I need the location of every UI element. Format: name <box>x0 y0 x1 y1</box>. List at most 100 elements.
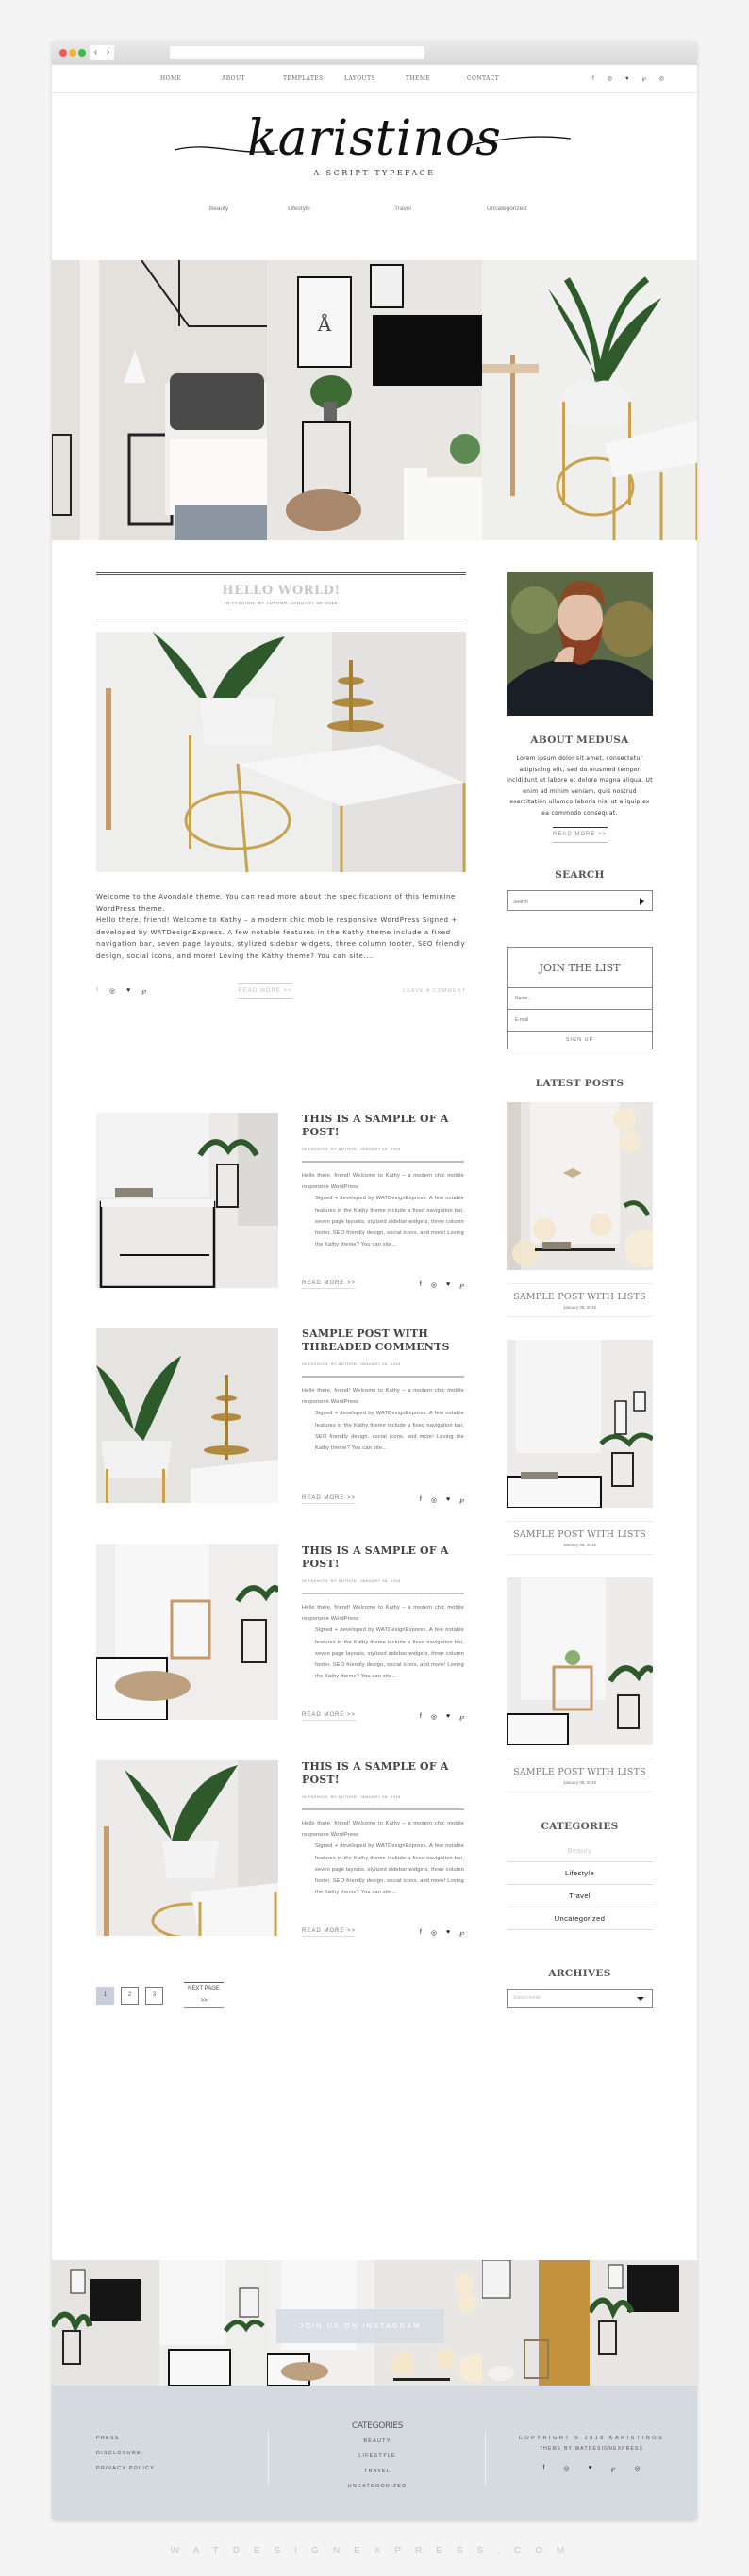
post-thumbnail[interactable] <box>96 1328 278 1503</box>
page-1-button[interactable]: 1 <box>96 1986 114 2005</box>
featured-post-title[interactable]: HELLO WORLD! <box>96 584 466 598</box>
pinterest-icon[interactable]: ℘ <box>459 1281 464 1289</box>
nav-about[interactable]: ABOUT <box>222 65 283 93</box>
twitter-icon[interactable]: ♥ <box>446 1713 450 1721</box>
page-2-button[interactable]: 2 <box>121 1986 139 2005</box>
footer-link-press[interactable]: PRESS <box>96 2436 155 2441</box>
category-link-lifestyle[interactable]: Lifestyle <box>247 206 351 212</box>
sign-up-button[interactable]: SIGN UP <box>508 1032 652 1049</box>
nav-templates[interactable]: TEMPLATES <box>283 65 344 93</box>
category-item-travel[interactable]: Travel <box>507 1885 653 1907</box>
post-title[interactable]: THIS IS A SAMPLE OF A POST! <box>302 1544 464 1571</box>
category-item-beauty[interactable]: Beauty <box>507 1840 653 1862</box>
latest-post-title[interactable]: SAMPLE POST WITH LISTS <box>507 1529 653 1540</box>
instagram-icon[interactable]: ◎ <box>431 1929 437 1937</box>
search-submit-icon[interactable] <box>640 898 644 905</box>
nav-theme[interactable]: THEME <box>406 65 467 93</box>
instagram-icon[interactable]: ◎ <box>109 987 115 995</box>
footer-link-disclosure[interactable]: DISCLOSURE <box>96 2451 155 2456</box>
search-input[interactable] <box>508 893 621 912</box>
instagram-icon[interactable]: ◎ <box>659 65 664 93</box>
hero-image-bedroom[interactable] <box>52 260 267 540</box>
footer-category-travel[interactable]: TRAVEL <box>269 2469 486 2474</box>
read-more-link[interactable]: READ MORE >> <box>302 1928 357 1937</box>
instagram-icon[interactable]: ◎ <box>431 1496 437 1504</box>
nav-home[interactable]: HOME <box>160 65 222 93</box>
latest-post-image[interactable] <box>507 1340 653 1508</box>
latest-post-title[interactable]: SAMPLE POST WITH LISTS <box>507 1292 653 1302</box>
instagram-image[interactable] <box>52 2260 159 2386</box>
pinterest-icon[interactable]: ℘ <box>611 2465 616 2472</box>
post-thumbnail[interactable] <box>96 1760 278 1936</box>
maximize-window-button[interactable] <box>78 49 86 57</box>
read-more-button[interactable]: READ MORE >> <box>238 983 292 999</box>
pinterest-icon[interactable]: ℘ <box>459 1929 464 1937</box>
post-title[interactable]: THIS IS A SAMPLE OF A POST! <box>302 1113 464 1139</box>
twitter-icon[interactable]: ♥ <box>446 1496 450 1504</box>
author-photo[interactable] <box>507 572 653 716</box>
footer-category-lifestyle[interactable]: LIFESTYLE <box>269 2453 486 2459</box>
featured-post-image[interactable] <box>96 632 466 872</box>
email-field[interactable] <box>508 1010 652 1032</box>
twitter-icon[interactable]: ♥ <box>625 65 629 93</box>
twitter-icon[interactable]: ♥ <box>126 987 130 995</box>
instagram-icon[interactable]: ◎ <box>431 1281 437 1289</box>
read-more-link[interactable]: READ MORE >> <box>302 1495 357 1504</box>
pinterest-icon[interactable]: ℘ <box>141 987 146 995</box>
facebook-icon[interactable]: f <box>592 65 594 93</box>
theme-credit[interactable]: THEME BY WATDESIGNEXPRESS <box>486 2446 697 2452</box>
name-field[interactable] <box>508 988 652 1010</box>
latest-post-item[interactable]: SAMPLE POST WITH LISTS January 08, 2018 <box>507 1340 653 1555</box>
nav-contact[interactable]: CONTACT <box>467 65 528 93</box>
address-bar[interactable] <box>170 46 424 59</box>
post-thumbnail[interactable] <box>96 1113 278 1288</box>
category-link-uncategorized[interactable]: Uncategorized <box>455 206 558 212</box>
hero-image-living-wall[interactable]: Å <box>267 260 482 540</box>
back-icon[interactable]: ‹ <box>94 45 97 60</box>
page-3-button[interactable]: 3 <box>145 1986 163 2005</box>
leave-comment-link[interactable]: LEAVE A COMMENT <box>403 988 466 994</box>
facebook-icon[interactable]: f <box>420 1929 422 1937</box>
facebook-icon[interactable]: f <box>420 1281 422 1289</box>
post-thumbnail[interactable] <box>96 1544 278 1720</box>
instagram-image[interactable] <box>482 2260 590 2386</box>
category-link-travel[interactable]: Travel <box>351 206 455 212</box>
latest-post-title[interactable]: SAMPLE POST WITH LISTS <box>507 1767 653 1777</box>
next-page-button[interactable]: NEXT PAGE >> <box>184 1982 224 2008</box>
instagram-cta[interactable]: JOIN US ON INSTAGRAM <box>276 2309 444 2343</box>
instagram-image[interactable] <box>159 2260 267 2386</box>
pinterest-icon[interactable]: ℘ <box>459 1496 464 1504</box>
forward-icon[interactable]: › <box>107 45 109 60</box>
instagram-icon[interactable]: ◎ <box>608 65 612 93</box>
latest-post-image[interactable] <box>507 1577 653 1745</box>
category-item-lifestyle[interactable]: Lifestyle <box>507 1862 653 1885</box>
instagram-icon[interactable]: ◎ <box>635 2465 641 2472</box>
latest-post-item[interactable]: SAMPLE POST WITH LISTS January 08, 2018 <box>507 1577 653 1792</box>
facebook-icon[interactable]: f <box>542 2465 544 2472</box>
facebook-icon[interactable]: f <box>420 1496 422 1504</box>
archives-select[interactable]: Select month <box>507 1989 653 2008</box>
about-read-more-button[interactable]: READ MORE >> <box>552 827 608 843</box>
twitter-icon[interactable]: ♥ <box>446 1281 450 1289</box>
footer-link-privacy-policy[interactable]: PRIVACY POLICY <box>96 2466 155 2471</box>
twitter-icon[interactable]: ♥ <box>446 1929 450 1937</box>
instagram-icon[interactable]: ◎ <box>563 2465 569 2472</box>
footer-category-beauty[interactable]: BEAUTY <box>269 2438 486 2444</box>
site-logo[interactable]: karistinos <box>247 110 502 167</box>
latest-post-item[interactable]: SAMPLE POST WITH LISTS January 08, 2018 <box>507 1102 653 1317</box>
pinterest-icon[interactable]: ℘ <box>642 65 646 93</box>
pinterest-icon[interactable]: ℘ <box>459 1713 464 1721</box>
post-title[interactable]: THIS IS A SAMPLE OF A POST! <box>302 1760 464 1787</box>
close-window-button[interactable] <box>59 49 67 57</box>
read-more-link[interactable]: READ MORE >> <box>302 1280 357 1289</box>
instagram-icon[interactable]: ◎ <box>431 1713 437 1721</box>
facebook-icon[interactable]: f <box>96 987 98 995</box>
nav-layouts[interactable]: LAYOUTS <box>344 65 406 93</box>
post-title[interactable]: SAMPLE POST WITH THREADED COMMENTS <box>302 1328 464 1354</box>
category-item-uncategorized[interactable]: Uncategorized <box>507 1907 653 1930</box>
hero-image-plant-stand[interactable] <box>482 260 697 540</box>
footer-category-uncategorized[interactable]: UNCATEGORIZED <box>269 2484 486 2489</box>
read-more-link[interactable]: READ MORE >> <box>302 1712 357 1721</box>
twitter-icon[interactable]: ♥ <box>588 2465 591 2472</box>
minimize-window-button[interactable] <box>69 49 76 57</box>
